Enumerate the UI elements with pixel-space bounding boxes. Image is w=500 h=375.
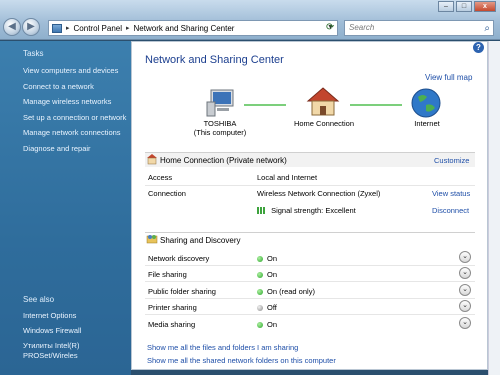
sharing-row-status: On (267, 270, 278, 279)
see-also-windows-firewall[interactable]: Windows Firewall (23, 326, 81, 335)
expand-file-sharing-button[interactable]: ⌄ (459, 267, 471, 279)
connection-title: Home Connection (Private network) (160, 156, 287, 165)
task-manage-wireless[interactable]: Manage wireless networks (23, 97, 111, 106)
connection-label: Connection (148, 189, 186, 198)
help-icon[interactable]: ? (473, 42, 484, 53)
back-button[interactable]: ◀ (3, 18, 21, 36)
task-connect-network[interactable]: Connect to a network (23, 82, 94, 91)
signal-label: Signal strength: (271, 206, 324, 215)
sharing-row-status: On (267, 320, 278, 329)
computer-icon (206, 89, 234, 117)
connection-name: Home Connection (160, 156, 225, 165)
row-divider (145, 314, 475, 315)
sharing-row-value: On (257, 270, 277, 279)
sharing-row-label: Printer sharing (148, 303, 197, 312)
task-diagnose-repair[interactable]: Diagnose and repair (23, 144, 91, 153)
status-on-icon (257, 322, 263, 328)
status-on-icon (257, 256, 263, 262)
sharing-title: Sharing and Discovery (160, 236, 241, 245)
house-icon (306, 87, 340, 116)
see-also-intel-proset[interactable]: PROSet/Wireles (23, 351, 78, 360)
globe-icon (411, 88, 441, 118)
connection-value: Wireless Network Connection (Zyxel) (257, 189, 381, 198)
task-pane: Tasks View computers and devices Connect… (0, 41, 131, 375)
sharing-row-label: Network discovery (148, 254, 210, 263)
show-shared-folders-link[interactable]: Show me all the shared network folders o… (147, 356, 336, 365)
breadcrumb-network-sharing[interactable]: Network and Sharing Center (134, 24, 235, 33)
sharing-row-value: On (257, 254, 277, 263)
refresh-icon[interactable]: ⟳ (326, 22, 334, 33)
sharing-row-status: On (267, 254, 278, 263)
computer-name: TOSHIBA (203, 119, 237, 128)
map-connection-line (244, 104, 286, 106)
sharing-row-value: Off (257, 303, 277, 312)
see-also-internet-options[interactable]: Internet Options (23, 311, 76, 320)
expand-network-discovery-button[interactable]: ⌄ (459, 251, 471, 263)
status-on-icon (257, 272, 263, 278)
disconnect-link[interactable]: Disconnect (432, 206, 469, 215)
sharing-row-label: File sharing (148, 270, 187, 279)
row-divider (145, 185, 475, 186)
sharing-row-value: On (257, 320, 277, 329)
access-label: Access (148, 173, 173, 182)
sharing-row-status: On (read only) (267, 287, 315, 296)
row-divider (145, 298, 475, 299)
sharing-row-value: On (read only) (257, 287, 315, 296)
customize-link[interactable]: Customize (434, 156, 469, 165)
show-shared-files-link[interactable]: Show me all the files and folders I am s… (147, 343, 298, 352)
access-value: Local and Internet (257, 173, 318, 182)
page-title: Network and Sharing Center (145, 54, 284, 66)
map-node-home-connection[interactable]: Home Connection (288, 119, 360, 128)
close-button[interactable]: x (474, 1, 496, 12)
task-view-computers[interactable]: View computers and devices (23, 66, 118, 75)
sharing-icon (146, 235, 158, 244)
status-off-icon (257, 305, 263, 311)
signal-bars-icon (257, 207, 266, 214)
house-small-icon (147, 154, 157, 165)
breadcrumb-separator-icon: ▸ (126, 25, 130, 32)
signal-strength: Signal strength: Excellent (257, 206, 356, 215)
address-bar[interactable]: ▸ Control Panel ▸ Network and Sharing Ce… (48, 20, 338, 36)
expand-media-sharing-button[interactable]: ⌄ (459, 317, 471, 329)
computer-sub: (This computer) (193, 128, 247, 137)
search-input[interactable]: Search ⌕ (344, 20, 494, 36)
sharing-row-label: Public folder sharing (148, 287, 216, 296)
row-divider (145, 281, 475, 282)
search-placeholder: Search (349, 23, 375, 32)
control-panel-icon (52, 23, 62, 33)
breadcrumb-separator-icon: ▸ (66, 25, 70, 32)
tasks-title: Tasks (23, 49, 44, 58)
expand-public-folder-button[interactable]: ⌄ (459, 284, 471, 296)
map-node-internet[interactable]: Internet (405, 119, 449, 128)
row-divider (145, 265, 475, 266)
sharing-row-label: Media sharing (148, 320, 196, 329)
scrollbar[interactable] (488, 41, 500, 375)
see-also-title: See also (23, 295, 55, 304)
maximize-button[interactable]: □ (456, 1, 472, 12)
minimize-button[interactable]: – (438, 1, 454, 12)
sharing-row-status: Off (267, 303, 277, 312)
map-connection-line (350, 104, 402, 106)
task-setup-connection[interactable]: Set up a connection or network (23, 113, 126, 122)
title-bar: ◀ ▶ ▸ Control Panel ▸ Network and Sharin… (0, 0, 500, 40)
forward-button[interactable]: ▶ (22, 18, 40, 36)
map-node-computer[interactable]: TOSHIBA (This computer) (190, 119, 250, 137)
expand-printer-sharing-button[interactable]: ⌄ (459, 300, 471, 312)
breadcrumb-control-panel[interactable]: Control Panel (74, 24, 122, 33)
task-manage-connections[interactable]: Manage network connections (23, 128, 121, 137)
view-status-link[interactable]: View status (432, 189, 470, 198)
signal-value: Excellent (325, 206, 356, 215)
status-on-icon (257, 289, 263, 295)
search-icon[interactable]: ⌕ (484, 22, 490, 36)
connection-type: (Private network) (226, 156, 287, 165)
see-also-intel-utility[interactable]: Утилиты Intel(R) (23, 341, 79, 350)
view-full-map-link[interactable]: View full map (425, 73, 472, 82)
